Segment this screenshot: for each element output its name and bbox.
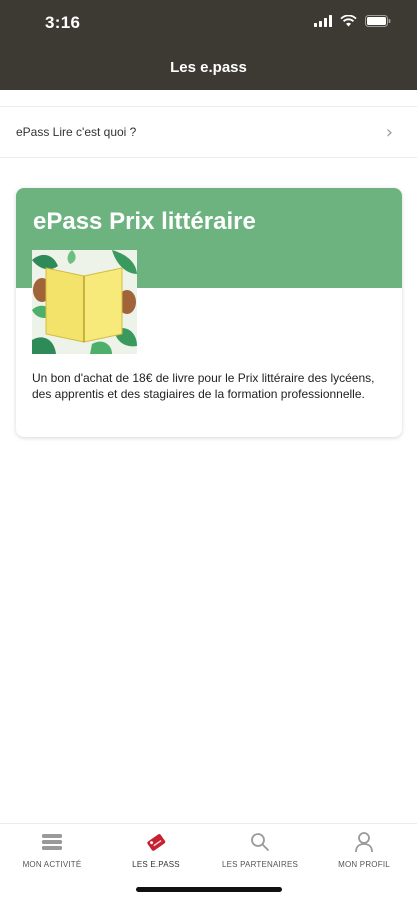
chevron-right-icon: › — [385, 121, 393, 143]
ticket-icon — [145, 830, 167, 854]
tab-mon-activite[interactable]: MON ACTIVITÉ — [0, 830, 104, 869]
epass-card[interactable]: ePass Prix littéraire Un bon d'achat de … — [16, 188, 402, 437]
tab-label: MON PROFIL — [338, 860, 390, 869]
info-row-label: ePass Lire c'est quoi ? — [16, 125, 137, 139]
card-title: ePass Prix littéraire — [33, 208, 256, 235]
status-time: 3:16 — [45, 13, 81, 32]
home-indicator[interactable] — [136, 887, 282, 892]
page-title: Les e.pass — [170, 59, 247, 76]
stack-icon — [41, 830, 63, 854]
tab-mon-profil[interactable]: MON PROFIL — [312, 830, 416, 869]
tab-label: MON ACTIVITÉ — [22, 860, 82, 869]
battery-icon — [365, 14, 391, 32]
tab-label: LES PARTENAIRES — [221, 860, 299, 869]
tab-label: LES E.PASS — [132, 860, 180, 869]
wifi-icon — [340, 14, 357, 32]
status-icons — [314, 14, 391, 32]
book-illustration — [32, 250, 137, 354]
search-icon — [250, 830, 270, 854]
card-description: Un bon d'achat de 18€ de livre pour le P… — [32, 371, 375, 401]
top-bar: 3:16 Les e.pass — [0, 0, 417, 90]
signal-icon — [314, 14, 332, 32]
tab-les-epass[interactable]: LES E.PASS — [104, 830, 208, 869]
tab-les-partenaires[interactable]: LES PARTENAIRES — [208, 830, 312, 869]
user-icon — [354, 830, 374, 854]
epass-info-row[interactable]: ePass Lire c'est quoi ? › — [0, 106, 417, 158]
